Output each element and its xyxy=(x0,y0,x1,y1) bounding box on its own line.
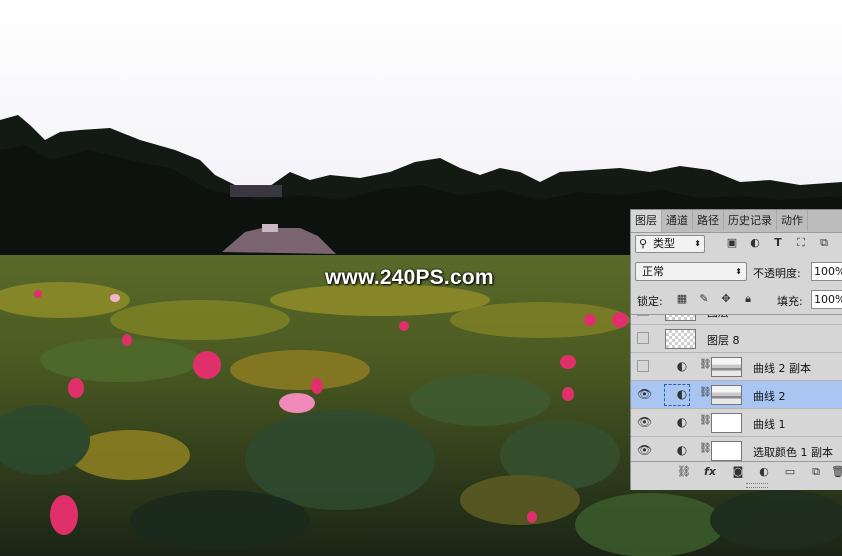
mask-icon[interactable]: ◙ xyxy=(731,465,745,479)
layer-mask-thumbnail[interactable] xyxy=(711,413,742,433)
layer-name: 图层 xyxy=(707,315,729,320)
layer-list: 图层 图层 8 ◐ ⛓ 曲线 2 副本 👁︎ ◐ ⛓ 曲线 2 👁︎ ◐ ⛓ xyxy=(631,315,842,461)
layer-mask-thumbnail[interactable] xyxy=(711,441,742,461)
fill-input[interactable]: 100% xyxy=(811,290,842,309)
blend-row: 正常 ⬍ 不透明度: 100% xyxy=(635,262,842,284)
type-filter-icon[interactable]: T xyxy=(771,236,785,250)
visibility-toggle[interactable] xyxy=(637,332,649,344)
layer-name: 曲线 2 副本 xyxy=(753,362,811,375)
curves-adjustment-icon: ◐ xyxy=(676,359,688,373)
opacity-label: 不透明度: xyxy=(753,267,801,280)
tab-channels[interactable]: 通道 xyxy=(662,210,693,231)
layer-name: 选取颜色 1 副本 xyxy=(753,446,833,459)
tab-layers[interactable]: 图层 xyxy=(631,210,662,232)
layer-row-selective-color[interactable]: 👁︎ ◐ ⛓ 选取颜色 1 副本 xyxy=(631,437,842,461)
smart-object-filter-icon[interactable]: ⧉ xyxy=(817,236,831,250)
visibility-toggle[interactable] xyxy=(637,360,649,372)
layer-row-curves2[interactable]: 👁︎ ◐ ⛓ 曲线 2 xyxy=(631,381,842,409)
eye-icon[interactable]: 👁︎ xyxy=(637,415,652,429)
layer-name: 图层 8 xyxy=(707,334,740,347)
tab-actions[interactable]: 动作 xyxy=(777,210,808,231)
link-chain-icon: ⛓ xyxy=(699,359,712,370)
chevron-updown-icon: ⬍ xyxy=(694,239,701,248)
adjustment-filter-icon[interactable]: ◐ xyxy=(748,236,762,250)
tab-paths[interactable]: 路径 xyxy=(693,210,724,231)
lock-all-icon[interactable]: 🔒︎ xyxy=(741,292,755,306)
link-icon[interactable]: ⛓ xyxy=(677,465,691,479)
link-chain-icon: ⛓ xyxy=(699,387,712,398)
resize-grip[interactable] xyxy=(746,483,768,488)
opacity-input[interactable]: 100% xyxy=(811,262,842,281)
shape-filter-icon[interactable]: ⛶ xyxy=(794,236,808,250)
curves-adjustment-icon: ◐ xyxy=(676,415,688,429)
layer-row-curves1[interactable]: 👁︎ ◐ ⛓ 曲线 1 xyxy=(631,409,842,437)
watermark-text: www.240PS.com xyxy=(325,266,494,289)
filter-row: ⚲ 类型 ⬍ ▣ ◐ T ⛶ ⧉ xyxy=(635,235,841,255)
lock-position-icon[interactable]: ✥ xyxy=(719,292,733,306)
layer-mask-thumbnail[interactable] xyxy=(711,357,742,377)
new-layer-icon[interactable]: ⧉ xyxy=(809,465,823,479)
fill-label: 填充: xyxy=(777,295,803,308)
lock-transparent-icon[interactable]: ▦ xyxy=(675,292,689,306)
kind-filter-select[interactable]: ⚲ 类型 ⬍ xyxy=(635,235,705,253)
lock-brush-icon[interactable]: ✎ xyxy=(697,292,711,306)
adjustment-icon[interactable]: ◐ xyxy=(757,465,771,479)
lock-label: 锁定: xyxy=(637,295,663,308)
trash-icon[interactable]: 🗑︎ xyxy=(831,465,842,479)
selective-color-adjustment-icon: ◐ xyxy=(676,443,688,457)
panel-bottom-bar: ⛓ fx ◙ ◐ ▭ ⧉ 🗑︎ xyxy=(631,461,842,484)
link-chain-icon: ⛓ xyxy=(699,443,712,454)
layer-thumbnail xyxy=(665,315,696,321)
pixel-filter-icon[interactable]: ▣ xyxy=(725,236,739,250)
chevron-updown-icon: ⬍ xyxy=(735,267,742,276)
folder-icon[interactable]: ▭ xyxy=(783,465,797,479)
eye-icon[interactable]: 👁︎ xyxy=(637,443,652,457)
layer-name: 曲线 1 xyxy=(753,418,786,431)
tab-history[interactable]: 历史记录 xyxy=(724,210,777,231)
link-chain-icon: ⛓ xyxy=(699,415,712,426)
kind-filter-label: 类型 xyxy=(653,237,675,250)
lock-row: 锁定: ▦ ✎ ✥ 🔒︎ 填充: 100% xyxy=(635,290,842,310)
panel-tabs: 图层 通道 路径 历史记录 动作 xyxy=(631,210,842,233)
blend-mode-value: 正常 xyxy=(642,265,664,278)
curves-adjustment-icon: ◐ xyxy=(676,387,688,401)
eye-icon[interactable]: 👁︎ xyxy=(637,387,652,401)
blend-mode-select[interactable]: 正常 ⬍ xyxy=(635,262,747,281)
layer-row-curves2-copy[interactable]: ◐ ⛓ 曲线 2 副本 xyxy=(631,353,842,381)
layer-thumbnail xyxy=(665,329,696,349)
layer-row-partial[interactable]: 图层 xyxy=(631,315,842,325)
layers-panel: 图层 通道 路径 历史记录 动作 ⚲ 类型 ⬍ ▣ ◐ T ⛶ ⧉ 正常 ⬍ 不… xyxy=(630,209,842,490)
search-icon: ⚲ xyxy=(639,237,648,250)
fx-icon[interactable]: fx xyxy=(703,465,717,479)
visibility-toggle[interactable] xyxy=(637,315,649,316)
layer-row-layer8[interactable]: 图层 8 xyxy=(631,325,842,353)
layer-mask-thumbnail[interactable] xyxy=(711,385,742,405)
layer-name: 曲线 2 xyxy=(753,390,786,403)
